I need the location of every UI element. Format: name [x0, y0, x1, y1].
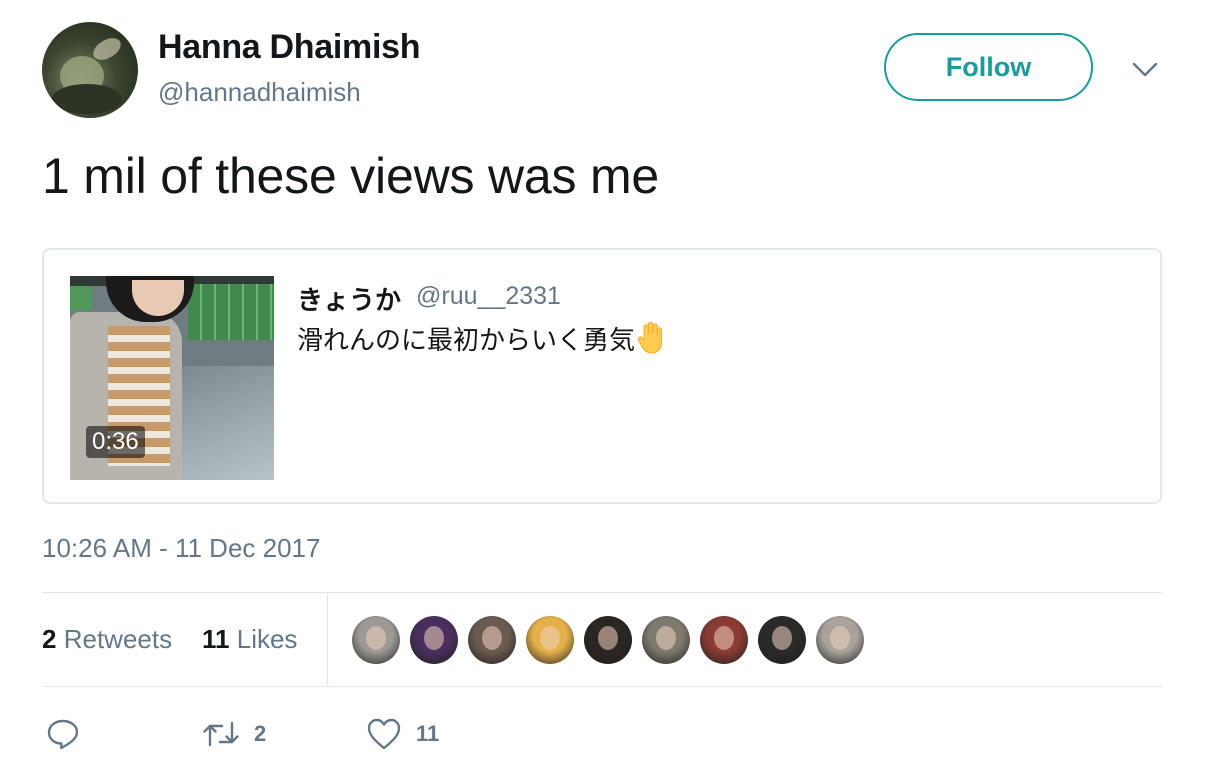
reply-icon: [47, 719, 79, 750]
avatar-shape: [52, 84, 122, 114]
raised-hand-icon: [637, 321, 663, 354]
quoted-author-handle: @ruu__2331: [416, 282, 561, 310]
liker-avatar-7[interactable]: [700, 616, 748, 664]
retweet-icon: [203, 721, 239, 747]
likes-stat[interactable]: 11 Likes: [202, 624, 297, 655]
avatar-face-shape: [598, 626, 618, 650]
avatar-face-shape: [540, 626, 560, 650]
quoted-tweet-body: 滑れんのに最初からいく勇気: [297, 325, 636, 355]
thumbnail-shape: [188, 284, 274, 340]
avatar-face-shape: [830, 626, 850, 650]
heart-icon: [367, 718, 401, 750]
video-duration-badge: 0:36: [86, 426, 145, 458]
liker-avatar-5[interactable]: [584, 616, 632, 664]
avatar-face-shape: [772, 626, 792, 650]
thumbnail-shape: [70, 286, 92, 310]
chevron-down-icon[interactable]: [1130, 56, 1160, 82]
retweets-label: Retweets: [63, 624, 173, 654]
liker-avatar-3[interactable]: [468, 616, 516, 664]
retweet-count: 2: [254, 721, 267, 746]
tweet-actions: 2 11: [0, 714, 1214, 754]
likes-label: Likes: [236, 624, 298, 654]
retweets-count: 2: [42, 624, 57, 654]
quoted-tweet-card[interactable]: 0:36 きょうか @ruu__2331 滑れんのに最初からいく勇気: [42, 248, 1162, 504]
quoted-author-name: きょうか: [297, 285, 402, 315]
retweets-stat[interactable]: 2 Retweets: [42, 624, 172, 655]
retweet-button[interactable]: 2: [202, 714, 266, 754]
author-handle[interactable]: @hannadhaimish: [158, 77, 361, 108]
divider: [42, 686, 1162, 687]
liker-avatar-2[interactable]: [410, 616, 458, 664]
likes-count: 11: [202, 624, 230, 654]
avatar-face-shape: [424, 626, 444, 650]
liker-avatar-1[interactable]: [352, 616, 400, 664]
author-avatar[interactable]: [42, 22, 138, 118]
tweet-text: 1 mil of these views was me: [42, 148, 660, 204]
divider: [42, 592, 1162, 593]
follow-button[interactable]: Follow: [884, 33, 1093, 101]
liker-avatars: [352, 616, 874, 664]
liker-avatar-6[interactable]: [642, 616, 690, 664]
divider: [327, 593, 328, 686]
video-thumbnail[interactable]: 0:36: [70, 276, 274, 480]
reply-button[interactable]: [46, 714, 80, 754]
avatar-face-shape: [366, 626, 386, 650]
like-button[interactable]: 11: [366, 714, 439, 754]
author-display-name[interactable]: Hanna Dhaimish: [158, 28, 421, 67]
like-count: 11: [416, 721, 440, 746]
avatar-face-shape: [656, 626, 676, 650]
avatar-face-shape: [714, 626, 734, 650]
liker-avatar-4[interactable]: [526, 616, 574, 664]
liker-avatar-8[interactable]: [758, 616, 806, 664]
tweet-timestamp[interactable]: 10:26 AM - 11 Dec 2017: [42, 533, 320, 564]
liker-avatar-9[interactable]: [816, 616, 864, 664]
avatar-face-shape: [482, 626, 502, 650]
quoted-tweet-text: 滑れんのに最初からいく勇気: [297, 320, 665, 357]
